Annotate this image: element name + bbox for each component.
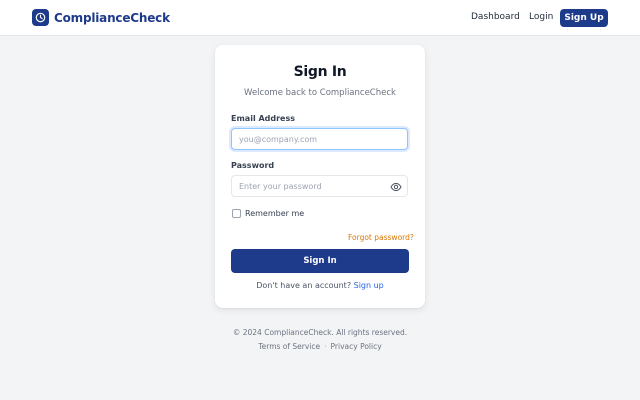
signin-card: Sign In Welcome back to ComplianceCheck …	[215, 45, 425, 308]
privacy-link[interactable]: Privacy Policy	[331, 342, 382, 351]
footer-links: Terms of Service · Privacy Policy	[0, 342, 640, 351]
brand-name: ComplianceCheck	[54, 10, 170, 25]
footer-separator: ·	[324, 342, 327, 351]
card-subtitle: Welcome back to ComplianceCheck	[244, 88, 396, 98]
eye-icon[interactable]	[390, 180, 402, 192]
signup-link[interactable]: Sign up	[354, 281, 384, 290]
top-navbar: ComplianceCheck Dashboard Login Sign Up	[0, 0, 640, 36]
card-title: Sign In	[293, 64, 347, 80]
remember-me-label[interactable]: Remember me	[245, 209, 304, 218]
signin-button[interactable]: Sign In	[231, 249, 409, 273]
nav-dashboard-link[interactable]: Dashboard	[471, 12, 520, 22]
clock-icon	[32, 9, 49, 26]
no-account-row: Don't have an account? Sign up	[215, 281, 425, 290]
brand[interactable]: ComplianceCheck	[32, 9, 170, 26]
nav-signup-button[interactable]: Sign Up	[560, 9, 608, 27]
forgot-password-link[interactable]: Forgot password?	[348, 233, 414, 242]
no-account-text: Don't have an account?	[256, 281, 352, 290]
remember-me-checkbox[interactable]	[232, 209, 241, 218]
email-label: Email Address	[231, 114, 296, 123]
password-label: Password	[231, 161, 275, 170]
copyright-text: © 2024 ComplianceCheck. All rights reser…	[232, 328, 408, 337]
password-field[interactable]: Enter your password	[231, 175, 408, 197]
email-field[interactable]: you@company.com	[231, 128, 408, 150]
nav-login-link[interactable]: Login	[529, 12, 553, 22]
terms-link[interactable]: Terms of Service	[258, 342, 320, 351]
